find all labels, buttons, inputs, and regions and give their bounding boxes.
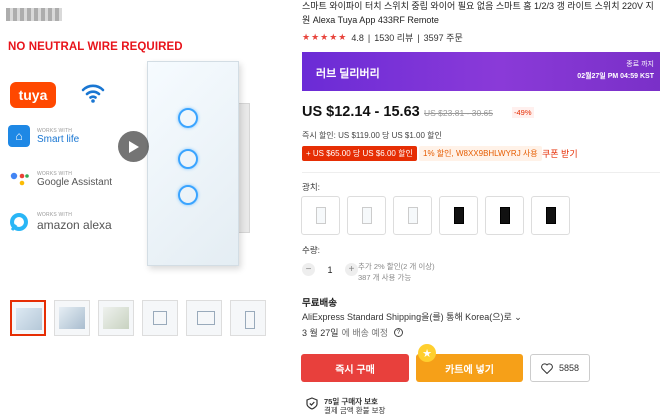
color-option-white-3[interactable] — [393, 196, 432, 235]
store-logo — [6, 8, 62, 21]
divider — [302, 172, 660, 173]
promo-code-coupon[interactable]: 1% 할인, W8XX9BHLWYRJ 사용 — [419, 146, 542, 161]
shipping-method[interactable]: AliExpress Standard Shipping을(를) 통해 Kore… — [302, 310, 522, 323]
stock-available: 387 개 사용 가능 — [358, 273, 412, 282]
color-option-black-3[interactable] — [531, 196, 570, 235]
thumbnail-4[interactable] — [142, 300, 178, 336]
get-coupon-link[interactable]: 쿠폰 받기 — [542, 147, 578, 160]
brand-alexa: WORKS WITH amazon alexa — [8, 211, 112, 233]
brand-name: amazon alexa — [37, 218, 112, 232]
google-dots-icon — [10, 172, 29, 186]
quantity-value[interactable]: 1 — [321, 265, 339, 275]
banner-text: NO NEUTRAL WIRE REQUIRED — [8, 41, 183, 53]
promo-end-label: 종료 까지 — [626, 61, 654, 68]
delivery-date: 3 월 27일 에 배송 예정 ? — [302, 326, 403, 339]
promo-banner: 러브 딜리버리 종료 까지 02월27일 PM 04:59 KST — [302, 52, 660, 91]
rating-row: ★★★★★ 4.8 | 1530 리뷰 | 3597 주문 — [302, 31, 463, 44]
brand-google: WORKS WITH Google Assistant — [8, 168, 112, 190]
shield-check-icon — [306, 397, 318, 410]
promo-name: 러브 딜리버리 — [316, 68, 380, 80]
store-coupon[interactable]: + US $65.00 당 US $6.00 할인 — [302, 146, 417, 161]
color-option-black-2[interactable] — [485, 196, 524, 235]
review-count[interactable]: 1530 리뷰 — [374, 31, 413, 44]
brand-name: Google Assistant — [37, 176, 113, 188]
help-icon[interactable]: ? — [393, 328, 403, 337]
rating-value: 4.8 — [351, 32, 364, 43]
color-option-white-1[interactable] — [301, 196, 340, 235]
current-price: US $12.14 - 15.63 — [302, 104, 420, 120]
promo-end-time: 02월27일 PM 04:59 KST — [577, 73, 654, 80]
product-title: 스마트 와이파이 터치 스위치 중립 와이어 필요 없음 스마트 홈 1/2/3… — [302, 1, 654, 25]
color-options — [301, 196, 570, 235]
protection-title: 75일 구매자 보호 — [324, 397, 378, 406]
color-option-black-1[interactable] — [439, 196, 478, 235]
star-rating-icon: ★★★★★ — [302, 32, 348, 42]
original-price: US $23.81 - 30.65 — [424, 108, 493, 118]
thumbnail-2[interactable] — [54, 300, 90, 336]
product-image-switch — [147, 61, 239, 266]
protection-subtitle: 결제 금액 환불 보장 — [324, 406, 386, 415]
thumbnail-1[interactable] — [10, 300, 46, 336]
color-label: 광치: — [302, 182, 321, 192]
touch-button-2 — [178, 149, 198, 169]
thumbnail-6[interactable] — [230, 300, 266, 336]
brand-smart-life: ⌂ WORKS WITH Smart life — [8, 125, 79, 147]
shipping-heading: 무료배송 — [302, 298, 337, 309]
bulk-discount-note: 추가 2% 할인(2 개 이상) — [358, 262, 435, 271]
promo-countdown: 종료 까지 02월27일 PM 04:59 KST — [577, 59, 654, 83]
increase-quantity-button[interactable]: + — [345, 263, 358, 276]
quantity-note: 추가 2% 할인(2 개 이상) 387 개 사용 가능 — [358, 261, 435, 283]
discount-badge: -49% — [512, 107, 534, 118]
thumbnail-5[interactable] — [186, 300, 222, 336]
order-count: 3597 주문 — [423, 33, 463, 43]
delivery-date-value: 3 월 27일 — [302, 328, 339, 338]
instant-discount[interactable]: 즉시 할인: US $119.00 당 US $1.00 할인 — [302, 130, 442, 141]
chevron-down-icon: ⌄ — [514, 312, 522, 322]
quantity-stepper: − 1 + — [302, 263, 358, 276]
shipping-method-text: AliExpress Standard Shipping을(를) 통해 Kore… — [302, 312, 512, 322]
buy-now-button[interactable]: 즉시 구매 — [301, 354, 409, 382]
thumbnail-3[interactable] — [98, 300, 134, 336]
tuya-logo: tuya — [10, 82, 56, 108]
buyer-protection: 75일 구매자 보호 결제 금액 환불 보장 — [306, 397, 385, 415]
delivery-date-suffix: 에 배송 예정 — [341, 328, 388, 338]
decrease-quantity-button[interactable]: − — [302, 263, 315, 276]
color-option-white-2[interactable] — [347, 196, 386, 235]
wishlist-count: 5858 — [558, 363, 580, 373]
house-icon: ⌂ — [8, 125, 30, 147]
touch-button-1 — [178, 108, 198, 128]
play-icon — [128, 140, 139, 153]
star-badge-icon: ★ — [418, 344, 436, 362]
switch-side — [238, 103, 250, 233]
quantity-label: 수량: — [302, 245, 321, 255]
wishlist-button[interactable]: 5858 — [530, 354, 590, 382]
heart-icon — [541, 362, 553, 374]
thumbnail-strip — [10, 300, 266, 336]
wifi-icon — [81, 84, 105, 103]
touch-button-3 — [178, 185, 198, 205]
play-video-button[interactable] — [118, 131, 149, 162]
alexa-ring-icon — [10, 213, 28, 231]
brand-name: Smart life — [37, 133, 80, 145]
